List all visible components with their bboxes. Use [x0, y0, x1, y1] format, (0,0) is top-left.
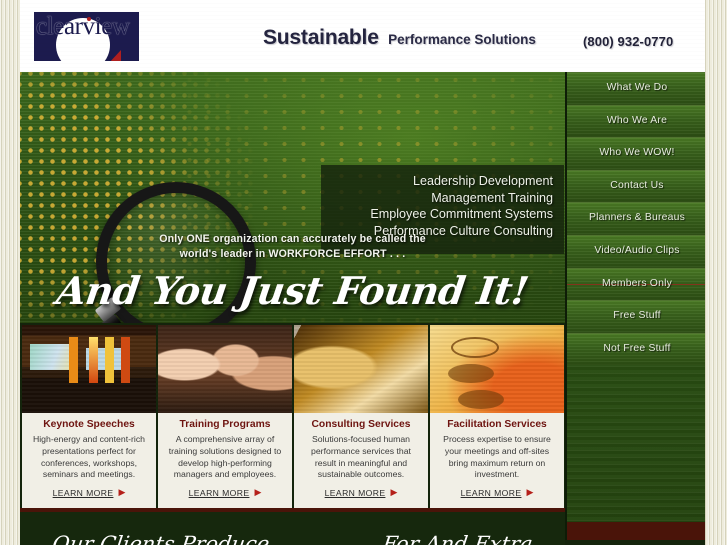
service-card-title: Keynote Speeches [43, 419, 135, 430]
nav-item-who-we-wow[interactable]: Who We WOW! [567, 137, 705, 170]
nav-item-free-stuff[interactable]: Free Stuff [567, 300, 705, 333]
arrow-right-icon[interactable]: ▶ [390, 487, 397, 498]
nav-item-planners-bureaus[interactable]: Planners & Bureaus [567, 202, 705, 235]
service-card-text: High-energy and content-rich presentatio… [32, 434, 146, 480]
nav-item-label: What We Do [606, 82, 668, 93]
nav-item-label: Video/Audio Clips [594, 244, 680, 256]
tagline-light: Performance Solutions [388, 32, 536, 47]
main-navigation: What We Do Who We Are Who We WOW! Contac… [565, 72, 705, 540]
contact-phone[interactable]: (800) 932-0770 [583, 34, 673, 49]
arrow-right-icon[interactable]: ▶ [526, 487, 533, 498]
nav-item-not-free-stuff[interactable]: Not Free Stuff [567, 332, 705, 366]
service-card-body: Keynote Speeches High-energy and content… [22, 413, 156, 501]
service-card-body: Training Programs A comprehensive array … [158, 413, 292, 501]
nav-footer-bar [567, 522, 705, 540]
nav-item-label: Contact Us [610, 179, 664, 191]
learn-more-link[interactable]: LEARN MORE [189, 488, 250, 498]
nav-item-label: Members Only [602, 277, 672, 289]
audience-applauding-photo [158, 325, 292, 413]
service-card-training[interactable]: Training Programs A comprehensive array … [158, 325, 292, 510]
site-header: clearview ® Sustainable Performance Solu… [20, 0, 705, 72]
service-card-title: Training Programs [179, 419, 271, 430]
footer-strip: Our Clients Produce . . . . . . . . For … [20, 512, 565, 545]
nav-item-what-we-do[interactable]: What We Do [567, 72, 705, 105]
learn-more-link[interactable]: LEARN MORE [53, 488, 114, 498]
hero-claim-line: world's leader in WORKFORCE EFFORT . . . [179, 247, 406, 260]
nav-item-label: Planners & Bureaus [588, 212, 685, 224]
nav-item-label: Not Free Stuff [603, 342, 671, 354]
nav-item-video-audio-clips[interactable]: Video/Audio Clips [567, 234, 705, 268]
thumb-scanlines [294, 325, 428, 413]
service-card-facilitation[interactable]: Facilitation Services Process expertise … [430, 325, 564, 510]
thumb-scanlines [158, 325, 292, 413]
nav-item-who-we-are[interactable]: Who We Are [567, 104, 705, 138]
nav-item-contact-us[interactable]: Contact Us [567, 169, 705, 203]
nav-item-label: Free Stuff [613, 310, 661, 322]
service-card-body: Facilitation Services Process expertise … [430, 413, 564, 501]
service-cards: Keynote Speeches High-energy and content… [20, 323, 565, 512]
thumb-scanlines [430, 325, 564, 413]
service-card-text: Process expertise to ensure your meeting… [443, 434, 551, 480]
logo-registered-mark: ® [121, 18, 127, 27]
hero-service-item: Management Training [431, 190, 553, 205]
flipchart-diagram-photo [430, 325, 564, 413]
service-card-text: A comprehensive array of training soluti… [168, 434, 282, 480]
hero-service-item: Leadership Development [412, 174, 553, 188]
hero-banner: Leadership Development Management Traini… [20, 72, 565, 323]
service-card-consulting[interactable]: Consulting Services Solutions-focused hu… [294, 325, 428, 510]
hero-service-item: Employee Commitment Systems [370, 207, 553, 222]
learn-more-link[interactable]: LEARN MORE [325, 488, 386, 498]
nav-item-label: Who We Are [606, 114, 668, 126]
service-card-body: Consulting Services Solutions-focused hu… [294, 413, 428, 501]
arrow-right-icon[interactable]: ▶ [254, 487, 261, 498]
logo-wordmark[interactable]: clearview [36, 13, 130, 41]
learn-more-link[interactable]: LEARN MORE [461, 488, 522, 498]
footer-script-text: Our Clients Produce . . . . . . . . For … [50, 532, 535, 545]
arrow-right-icon[interactable]: ▶ [118, 487, 125, 498]
tagline-strong: Sustainable [263, 26, 379, 49]
service-card-title: Consulting Services [311, 419, 411, 430]
nav-item-label: Who We WOW! [599, 147, 675, 159]
hero-claim-line: Only ONE organization can accurately be … [159, 233, 426, 245]
service-card-keynote[interactable]: Keynote Speeches High-energy and content… [22, 325, 156, 510]
hero-claim: Only ONE organization can accurately be … [20, 232, 565, 261]
site-page: clearview ® Sustainable Performance Solu… [20, 0, 705, 545]
auditorium-stage-photo [22, 325, 156, 413]
thumb-scanlines [22, 325, 156, 413]
logo-accent-dot-icon [87, 17, 91, 21]
site-tagline: Sustainable Performance Solutions [263, 26, 536, 50]
hero-script-headline: And You Just Found It! [53, 268, 532, 313]
chess-piece-photo [294, 325, 428, 413]
hero-services-list: Leadership Development Management Traini… [321, 173, 553, 239]
logo-triangle-shape [108, 50, 121, 61]
service-card-title: Facilitation Services [447, 419, 547, 430]
service-card-text: Solutions-focused human performance serv… [311, 434, 411, 480]
